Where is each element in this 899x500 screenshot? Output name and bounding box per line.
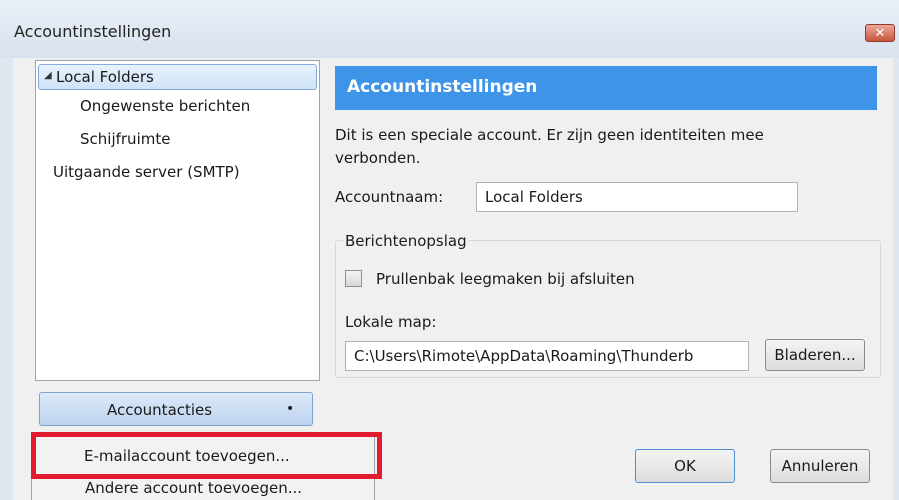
account-name-label: Accountnaam: [335,188,444,206]
account-actions-button[interactable]: Accountacties • [39,392,313,426]
close-icon: ✕ [874,26,886,41]
tree-item-junk[interactable]: Ongewenste berichten [80,97,250,115]
dialog-body: ◢ Local Folders Ongewenste berichten Sch… [13,58,893,500]
panel-title: Accountinstellingen [347,77,538,97]
message-storage-title: Berichtenopslag [343,232,469,250]
settings-panel: Accountinstellingen Dit is een speciale … [333,58,893,500]
panel-header: Accountinstellingen [335,66,877,110]
dropdown-arrow-icon: • [286,401,295,417]
local-dir-label: Lokale map: [345,313,437,331]
tree-item-local-folders[interactable]: ◢ Local Folders [38,64,317,90]
highlight-box [31,432,382,479]
expand-triangle-icon[interactable]: ◢ [44,70,52,81]
cancel-button[interactable]: Annuleren [770,449,870,483]
account-name-input[interactable]: Local Folders [476,182,798,212]
tree-item-disk-space[interactable]: Schijfruimte [80,130,170,148]
close-button[interactable]: ✕ [865,24,895,42]
browse-button[interactable]: Bladeren... [765,339,865,371]
empty-trash-checkbox[interactable] [345,270,362,287]
empty-trash-label[interactable]: Prullenbak leegmaken bij afsluiten [376,270,635,288]
window-title: Accountinstellingen [14,22,172,41]
local-dir-input[interactable]: C:\Users\Rimote\AppData\Roaming\Thunderb [345,341,749,371]
account-actions-label: Accountacties [107,401,213,419]
account-description: Dit is een speciale account. Er zijn gee… [335,126,764,167]
account-tree: ◢ Local Folders Ongewenste berichten Sch… [35,60,320,381]
tree-item-smtp[interactable]: Uitgaande server (SMTP) [53,163,240,181]
tree-item-label: Local Folders [56,68,154,86]
title-bar: Accountinstellingen ✕ [0,0,899,58]
menu-item-add-other-account[interactable]: Andere account toevoegen... [85,479,302,497]
ok-button[interactable]: OK [635,449,735,483]
